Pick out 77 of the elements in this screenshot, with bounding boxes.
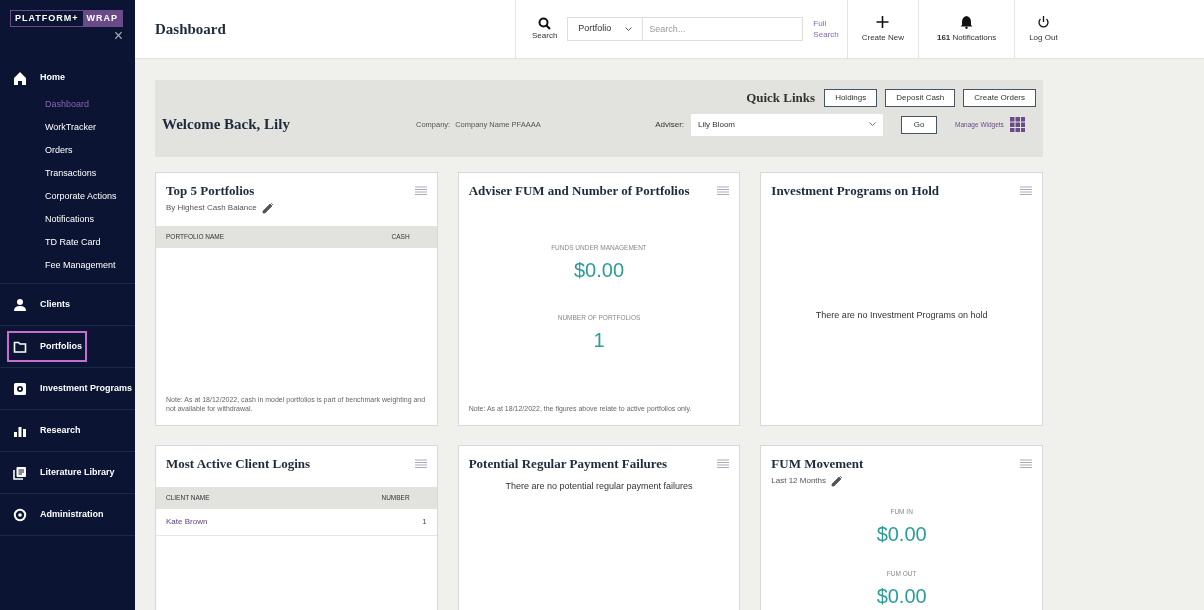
widget-title: FUM Movement [771,456,864,472]
table-cell: Kate Brown [166,516,208,528]
widget-menu-button[interactable] [717,459,730,469]
welcome-heading: Welcome Back, Lily [162,115,291,135]
nav-item[interactable]: Home [7,62,135,93]
scope-dropdown[interactable]: Portfolio [567,17,644,41]
document-icon [13,465,27,480]
search-icon [538,16,552,30]
widget-title: Top 5 Portfolios [166,183,255,199]
nav-subitem[interactable]: Transactions [0,162,135,185]
logo-text: PLATFORM+ [14,12,80,25]
close-button[interactable]: × [113,27,123,45]
quick-link-button[interactable]: Holdings [824,88,878,107]
quick-link-button[interactable]: Deposit Cash [885,88,956,107]
stat-value: 1 [593,328,605,351]
stat-value: $0.00 [876,584,927,607]
quick-link-button[interactable]: Create Orders [963,88,1036,107]
notifications-button[interactable]: 161 Notifications [936,14,997,44]
pencil-icon [261,202,274,214]
folder-icon [13,339,27,354]
widget-menu-button[interactable] [414,459,427,469]
widget-title: Investment Programs on Hold [771,183,939,199]
logo-text: WRAP [82,11,123,26]
empty-message: There are no Investment Programs on hold [815,309,988,322]
create-new-button[interactable]: Create New [861,14,904,44]
target-icon [13,507,27,522]
nav-item[interactable]: Portfolios [7,331,87,362]
menu-icon [414,459,427,469]
menu-icon [717,459,730,469]
chevron-down-icon [625,26,633,32]
nav-subitem[interactable]: Fee Management [0,254,135,277]
widget-title: Most Active Client Logins [166,456,311,472]
adviser-dropdown[interactable]: Lily Bloom [691,113,884,136]
grid-icon [1009,116,1026,133]
plus-icon [876,14,890,29]
log-out-button[interactable]: Log Out [1029,14,1058,44]
pencil-icon [831,475,844,487]
menu-icon [1020,459,1032,469]
widget-menu-button[interactable] [414,186,427,196]
widget-subtitle: Last 12 Months [771,475,827,487]
nav-subitem[interactable]: TD Rate Card [0,231,135,254]
widget-menu-button[interactable] [717,186,730,196]
nav-item[interactable]: Investment Programs [7,373,135,404]
bell-icon [960,14,974,29]
go-button[interactable]: Go [901,115,938,134]
person-icon [13,297,27,312]
menu-icon [717,186,730,196]
gear-icon [13,381,27,396]
page-title: Dashboard [155,19,226,39]
nav-item[interactable]: Clients [7,289,135,320]
widget-menu-button[interactable] [1020,186,1032,196]
nav-item[interactable]: Research [7,415,135,446]
search-button[interactable]: Search [532,16,558,42]
empty-message: There are no potential regular payment failures [505,480,693,493]
quick-links-title: Quick Links [746,89,816,107]
menu-icon [1020,186,1032,196]
search-field[interactable]: Search... [643,17,804,41]
adviser-label: Adviser: [655,118,685,131]
nav-item[interactable]: Literature Library [7,457,135,488]
full-search-link[interactable]: Full Search [813,18,839,40]
nav-subitem[interactable]: Orders [0,139,135,162]
chevron-down-icon [869,122,877,127]
nav-item[interactable]: Administration [7,499,135,530]
stat-value: $0.00 [573,258,624,281]
home-icon [13,70,27,85]
widget-subtitle: By Highest Cash Balance [166,202,257,214]
stat-value: $0.00 [876,522,927,545]
nav-subitem[interactable]: WorkTracker [0,116,135,139]
widget-menu-button[interactable] [1020,459,1032,469]
table-cell: 1 [422,516,427,528]
widget-title: Adviser FUM and Number of Portfolios [468,183,690,199]
nav-subitem[interactable]: Corporate Actions [0,185,135,208]
nav-subitem[interactable]: Dashboard [0,93,135,116]
widget-title: Potential Regular Payment Failures [468,456,668,472]
menu-icon [414,186,427,196]
nav-subitem[interactable]: Notifications [0,208,135,231]
power-icon [1036,14,1050,29]
